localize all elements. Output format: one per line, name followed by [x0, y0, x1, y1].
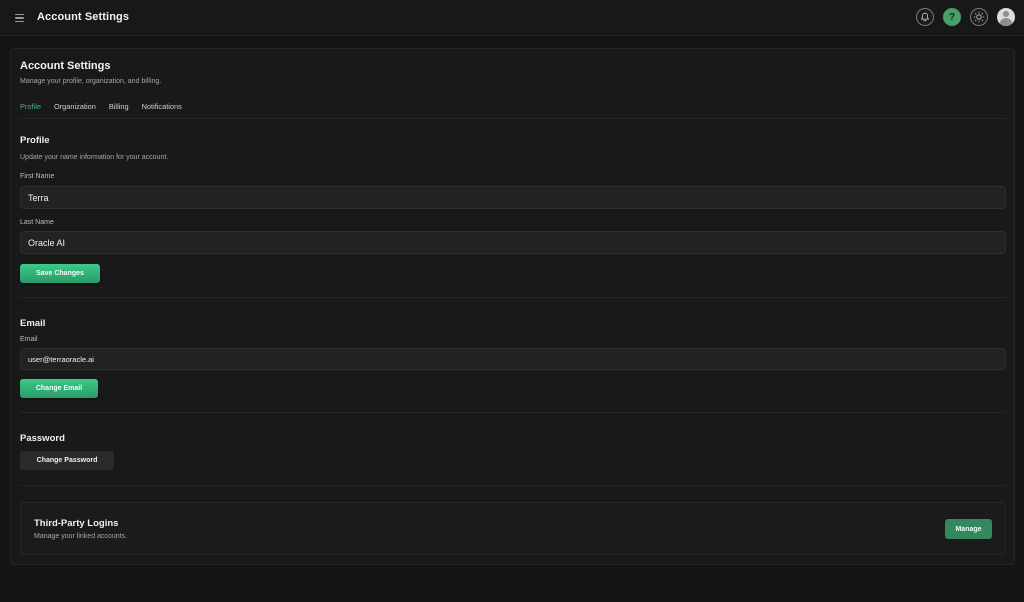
tabs-divider — [20, 118, 1006, 119]
avatar-icon[interactable] — [997, 8, 1015, 26]
menu-icon[interactable] — [13, 11, 27, 25]
sun-icon[interactable] — [970, 8, 988, 26]
manage-button[interactable]: Manage — [945, 519, 992, 539]
last-name-field[interactable]: Oracle AI — [20, 231, 1006, 254]
third-party-logins-panel: Third-Party Logins Manage your linked ac… — [20, 502, 1006, 555]
password-divider — [20, 485, 1006, 486]
save-changes-button[interactable]: Save Changes — [20, 264, 100, 283]
save-changes-label: Save Changes — [36, 270, 84, 277]
top-icons: ? — [916, 8, 1015, 26]
page-title: Account Settings — [20, 60, 111, 72]
tab-notifications[interactable]: Notifications — [142, 102, 182, 111]
change-password-button[interactable]: Change Password — [20, 451, 114, 470]
profile-divider — [20, 297, 1006, 298]
app-title: Account Settings — [37, 11, 130, 23]
help-icon[interactable]: ? — [943, 8, 961, 26]
password-title: Password — [20, 433, 65, 444]
top-bar: Account Settings ? — [0, 0, 1024, 36]
bell-icon[interactable] — [916, 8, 934, 26]
profile-description: Update your name information for your ac… — [20, 154, 169, 161]
first-name-label: First Name — [20, 173, 55, 180]
tab-profile[interactable]: Profile — [20, 102, 41, 111]
email-title: Email — [20, 318, 46, 329]
change-email-label: Change Email — [35, 385, 83, 392]
page-subtitle: Manage your profile, organization, and b… — [20, 78, 162, 85]
email-field[interactable]: user@terraoracle.ai — [20, 348, 1006, 370]
settings-tabs: Profile Organization Billing Notificatio… — [20, 102, 182, 111]
third-party-title: Third-Party Logins — [34, 518, 119, 529]
tab-organization[interactable]: Organization — [54, 102, 96, 111]
change-email-button[interactable]: Change Email — [20, 379, 98, 398]
tab-billing[interactable]: Billing — [109, 102, 129, 111]
third-party-description: Manage your linked accounts. — [34, 533, 127, 540]
settings-card: Account Settings Manage your profile, or… — [10, 48, 1015, 565]
profile-title: Profile — [20, 135, 50, 146]
first-name-field[interactable]: Terra — [20, 186, 1006, 209]
last-name-label: Last Name — [20, 219, 54, 226]
email-divider — [20, 412, 1006, 413]
email-label: Email — [20, 336, 38, 343]
